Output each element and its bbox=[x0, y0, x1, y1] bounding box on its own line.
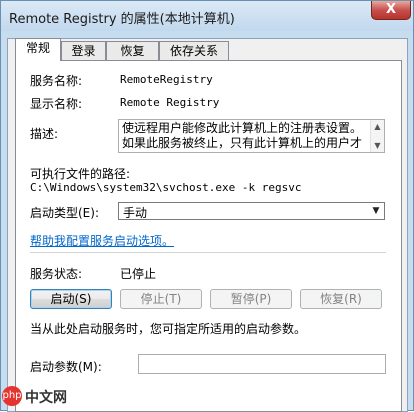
close-button[interactable]: X bbox=[371, 1, 411, 20]
service-name-value: RemoteRegistry bbox=[120, 73, 213, 86]
tab-logon[interactable]: 登录 bbox=[61, 41, 106, 60]
exec-path-label: 可执行文件的路径: bbox=[30, 167, 131, 181]
display-name-label: 显示名称: bbox=[30, 97, 83, 111]
scroll-up-icon[interactable]: ▲ bbox=[371, 122, 384, 131]
description-scrollbar[interactable]: ▲ ▼ bbox=[370, 120, 384, 152]
resume-button[interactable]: 恢复(R) bbox=[300, 289, 382, 309]
tab-recovery[interactable]: 恢复 bbox=[106, 41, 159, 60]
service-status-label: 服务状态: bbox=[30, 267, 83, 281]
start-params-hint: 当从此处启动服务时，您可指定所适用的启动参数。 bbox=[30, 322, 307, 336]
service-status-value: 已停止 bbox=[120, 267, 157, 281]
service-properties-window: Remote Registry 的属性(本地计算机) X 常规 登录 恢复 依存… bbox=[0, 0, 414, 412]
close-icon: X bbox=[385, 2, 397, 17]
startup-type-label: 启动类型(E): bbox=[30, 206, 99, 220]
watermark-site-text: 中文网 bbox=[25, 390, 67, 406]
scroll-down-icon[interactable]: ▼ bbox=[371, 141, 384, 150]
tab-general[interactable]: 常规 bbox=[15, 38, 61, 61]
exec-path-value: C:\Windows\system32\svchost.exe -k regsv… bbox=[30, 181, 302, 194]
startup-type-value: 手动 bbox=[123, 206, 148, 220]
help-configure-link[interactable]: 帮助我配置服务启动选项。 bbox=[30, 232, 174, 249]
description-label: 描述: bbox=[30, 127, 59, 141]
tab-dependencies[interactable]: 依存关系 bbox=[159, 41, 229, 60]
start-button[interactable]: 启动(S) bbox=[30, 289, 112, 309]
chevron-down-icon[interactable]: ▼ bbox=[368, 203, 384, 219]
display-name-value: Remote Registry bbox=[120, 96, 220, 109]
startup-type-select[interactable]: 手动 ▼ bbox=[118, 202, 385, 220]
title-bar[interactable]: Remote Registry 的属性(本地计算机) X bbox=[1, 1, 413, 31]
service-name-label: 服务名称: bbox=[30, 74, 83, 88]
window-title: Remote Registry 的属性(本地计算机) bbox=[9, 12, 235, 27]
description-box[interactable]: 使远程用户能修改此计算机上的注册表设置。如果此服务被终止，只有此计算机上的用户才… bbox=[118, 119, 385, 153]
description-text: 使远程用户能修改此计算机上的注册表设置。如果此服务被终止，只有此计算机上的用户才 bbox=[122, 121, 363, 150]
start-params-label: 启动参数(M): bbox=[30, 360, 102, 374]
pause-button[interactable]: 暂停(P) bbox=[210, 289, 292, 309]
stop-button[interactable]: 停止(T) bbox=[120, 289, 202, 309]
site-watermark: php 中文网 bbox=[0, 383, 80, 409]
php-logo-icon: php bbox=[2, 386, 22, 406]
divider bbox=[30, 252, 386, 253]
start-params-input[interactable] bbox=[138, 354, 386, 374]
